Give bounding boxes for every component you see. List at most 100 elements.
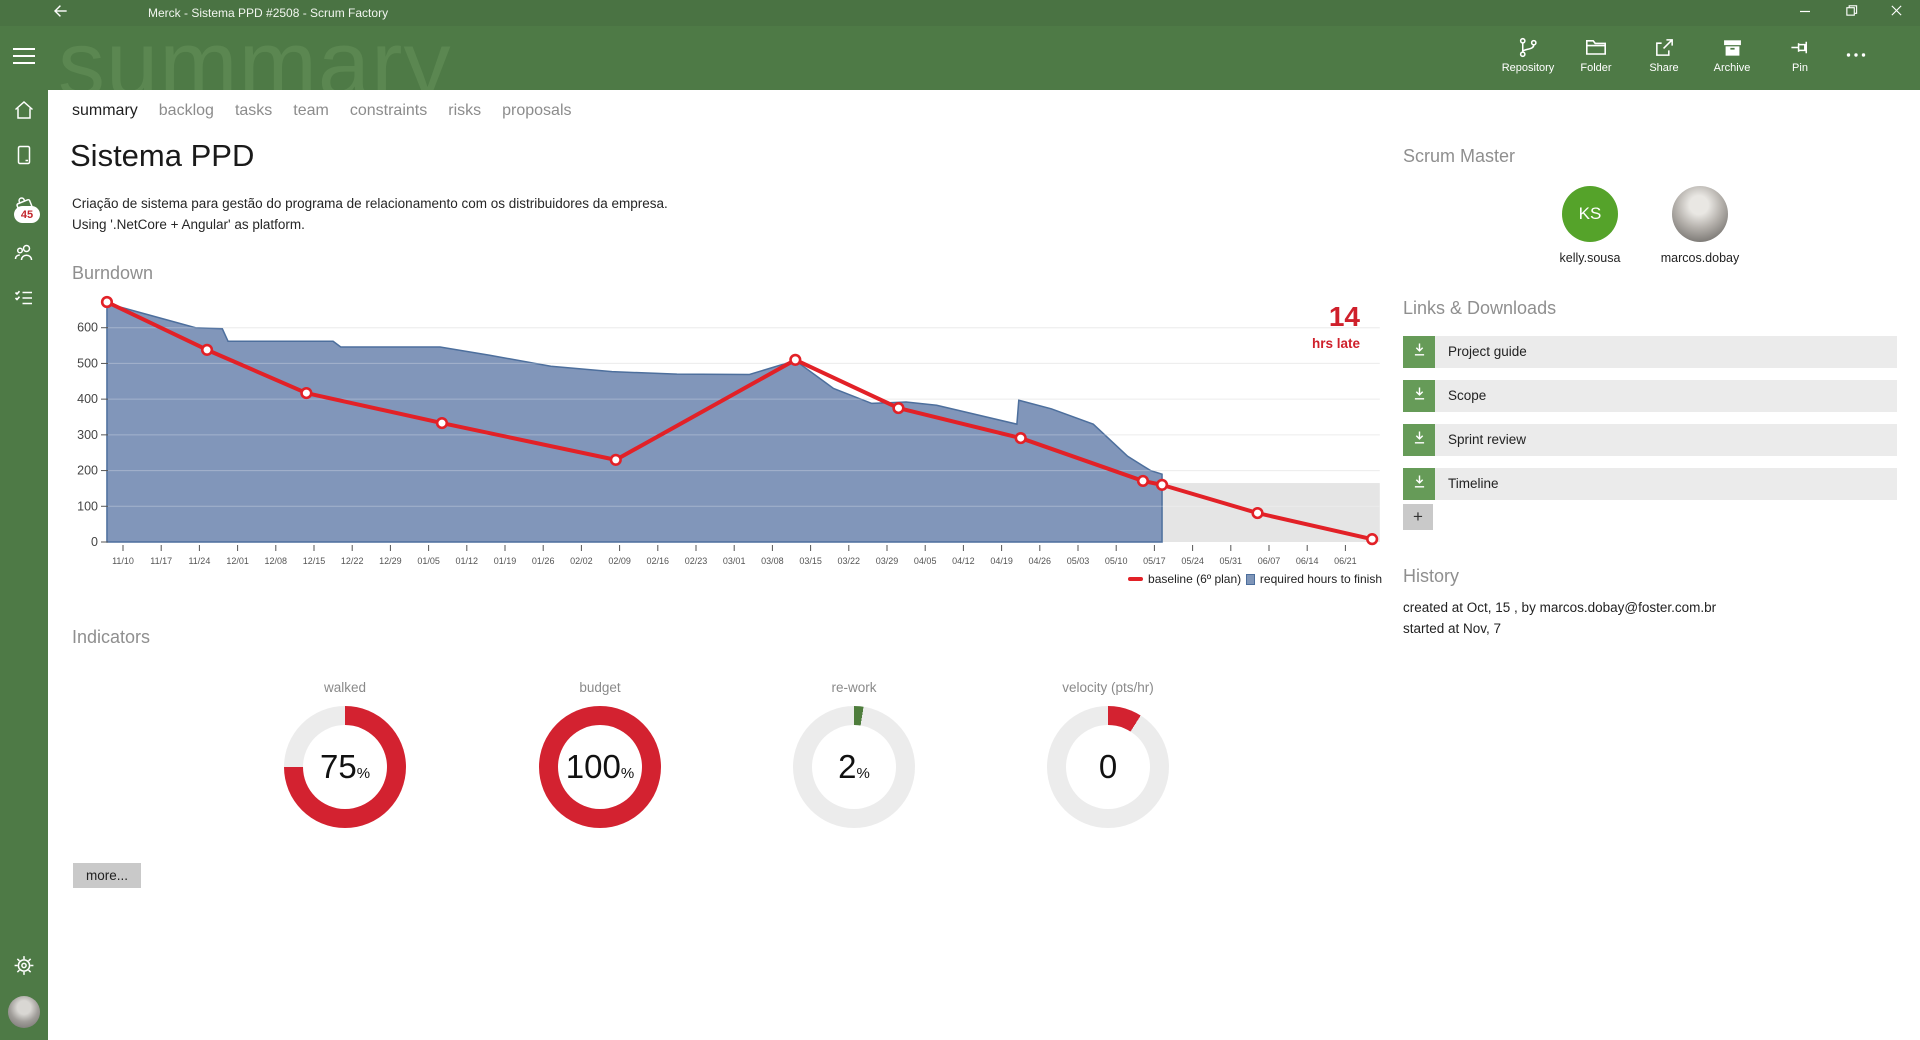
tab-constraints[interactable]: constraints (350, 102, 427, 120)
download-icon (1411, 341, 1428, 363)
arrow-left-icon (50, 1, 70, 26)
link-row-project-guide[interactable]: Project guide (1403, 336, 1897, 368)
toolbar-label: Repository (1501, 62, 1555, 74)
svg-text:04/19: 04/19 (990, 556, 1013, 566)
indicator-value: 75 (319, 748, 357, 785)
project-description-line2: Using '.NetCore + Angular' as platform. (72, 217, 305, 232)
settings-gear-icon[interactable] (12, 953, 36, 977)
project-description-line1: Criação de sistema para gestão do progra… (72, 196, 668, 211)
download-button[interactable] (1403, 336, 1435, 368)
project-board-icon[interactable] (12, 143, 36, 167)
svg-text:02/16: 02/16 (647, 556, 670, 566)
indicator-label: walked (323, 680, 367, 695)
app-window: Merck - Sistema PPD #2508 - Scrum Factor… (0, 0, 1920, 1040)
donut-gauge: 2% (793, 706, 915, 828)
indicator-walked: walked 75% (284, 680, 406, 828)
svg-text:01/12: 01/12 (456, 556, 479, 566)
link-row-scope[interactable]: Scope (1403, 380, 1897, 412)
scrum-master-kelly.sousa[interactable]: KS kelly.sousa (1545, 186, 1635, 265)
link-label: Scope (1448, 388, 1487, 403)
download-button[interactable] (1403, 424, 1435, 456)
restore-button[interactable] (1834, 0, 1868, 26)
toolbar-archive-button[interactable]: Archive (1698, 32, 1766, 74)
restore-icon (1845, 4, 1858, 22)
toolbar-share-button[interactable]: Share (1630, 32, 1698, 74)
indicator-re-work: re-work 2% (793, 680, 915, 828)
back-button[interactable] (46, 1, 74, 25)
toolbar-more-button[interactable] (1834, 32, 1878, 74)
donut-gauge: 0 (1047, 706, 1169, 828)
toolbar-pin-button[interactable]: Pin (1766, 32, 1834, 74)
member-name: kelly.sousa (1559, 251, 1621, 265)
download-button[interactable] (1403, 468, 1435, 500)
share-icon (1653, 34, 1676, 60)
download-icon (1411, 473, 1428, 495)
svg-text:05/24: 05/24 (1181, 556, 1204, 566)
svg-text:05/10: 05/10 (1105, 556, 1128, 566)
svg-text:02/02: 02/02 (570, 556, 593, 566)
sprint-count-badge: 45 (14, 206, 40, 223)
svg-text:0: 0 (91, 535, 98, 549)
svg-text:05/17: 05/17 (1143, 556, 1166, 566)
indicator-label: re-work (831, 680, 877, 695)
legend-label: baseline (6º plan) (1148, 572, 1242, 586)
close-button[interactable] (1879, 0, 1913, 26)
burndown-heading: Burndown (72, 263, 154, 283)
dots-icon (1844, 42, 1868, 68)
svg-text:03/29: 03/29 (876, 556, 899, 566)
svg-text:04/26: 04/26 (1029, 556, 1052, 566)
svg-text:01/05: 01/05 (417, 556, 440, 566)
watermark-text: summary (58, 26, 452, 90)
svg-text:100: 100 (77, 499, 98, 513)
pin-icon (1789, 34, 1812, 60)
indicator-unit: % (620, 765, 635, 782)
tab-summary[interactable]: summary (72, 102, 138, 120)
links-heading: Links & Downloads (1403, 298, 1557, 318)
tab-team[interactable]: team (293, 102, 329, 120)
indicator-velocity-pts-hr-: velocity (pts/hr) 0 (1047, 680, 1169, 828)
scrum-master-marcos.dobay[interactable]: marcos.dobay (1655, 186, 1745, 265)
history-line-1: created at Oct, 15 , by marcos.dobay@fos… (1403, 600, 1717, 615)
svg-text:12/15: 12/15 (303, 556, 326, 566)
svg-text:12/22: 12/22 (341, 556, 364, 566)
legend-swatch-square (1246, 573, 1255, 585)
user-avatar[interactable] (8, 996, 40, 1028)
burndown-chart-svg: 0 100 200 300 400 500 600 11/10 11/17 11/24 12/01 1… (77, 295, 1380, 566)
donut-gauge: 75% (284, 706, 406, 828)
late-value: 14 (1328, 301, 1360, 332)
indicator-label: velocity (pts/hr) (1062, 680, 1154, 695)
hamburger-menu-icon[interactable] (13, 48, 35, 64)
indicators-heading: Indicators (72, 627, 151, 647)
toolbar-label: Folder (1580, 62, 1612, 74)
tab-proposals[interactable]: proposals (502, 102, 571, 120)
indicator-value: 100 (565, 748, 621, 785)
more-button[interactable]: more... (73, 863, 142, 888)
history-line-2: started at Nov, 7 (1403, 621, 1502, 636)
svg-text:05/31: 05/31 (1220, 556, 1243, 566)
chart-legend: baseline (6º plan) required hours to fini… (1128, 572, 1382, 586)
svg-text:400: 400 (77, 392, 98, 406)
link-row-timeline[interactable]: Timeline (1403, 468, 1897, 500)
member-name: marcos.dobay (1660, 251, 1740, 265)
burndown-chart: 0 100 200 300 400 500 600 11/10 11/17 11/24 12/01 1… (70, 290, 1400, 580)
download-button[interactable] (1403, 380, 1435, 412)
minimize-button[interactable] (1788, 0, 1822, 26)
svg-text:200: 200 (77, 464, 98, 478)
tab-risks[interactable]: risks (448, 102, 481, 120)
late-label: hrs late (1311, 336, 1360, 351)
close-icon (1890, 4, 1903, 22)
tab-tasks[interactable]: tasks (235, 102, 272, 120)
team-icon[interactable] (12, 240, 36, 264)
window-title: Merck - Sistema PPD #2508 - Scrum Factor… (148, 6, 389, 20)
tab-backlog[interactable]: backlog (159, 102, 214, 120)
home-icon[interactable] (12, 98, 36, 122)
link-row-sprint-review[interactable]: Sprint review (1403, 424, 1897, 456)
add-link-button[interactable]: + (1403, 504, 1433, 530)
toolbar-folder-button[interactable]: Folder (1562, 32, 1630, 74)
svg-text:600: 600 (77, 321, 98, 335)
titlebar: Merck - Sistema PPD #2508 - Scrum Factor… (0, 0, 1920, 26)
svg-text:03/08: 03/08 (761, 556, 784, 566)
backlog-list-icon[interactable] (12, 286, 36, 310)
svg-text:11/10: 11/10 (112, 556, 134, 566)
toolbar-repository-button[interactable]: Repository (1494, 32, 1562, 74)
